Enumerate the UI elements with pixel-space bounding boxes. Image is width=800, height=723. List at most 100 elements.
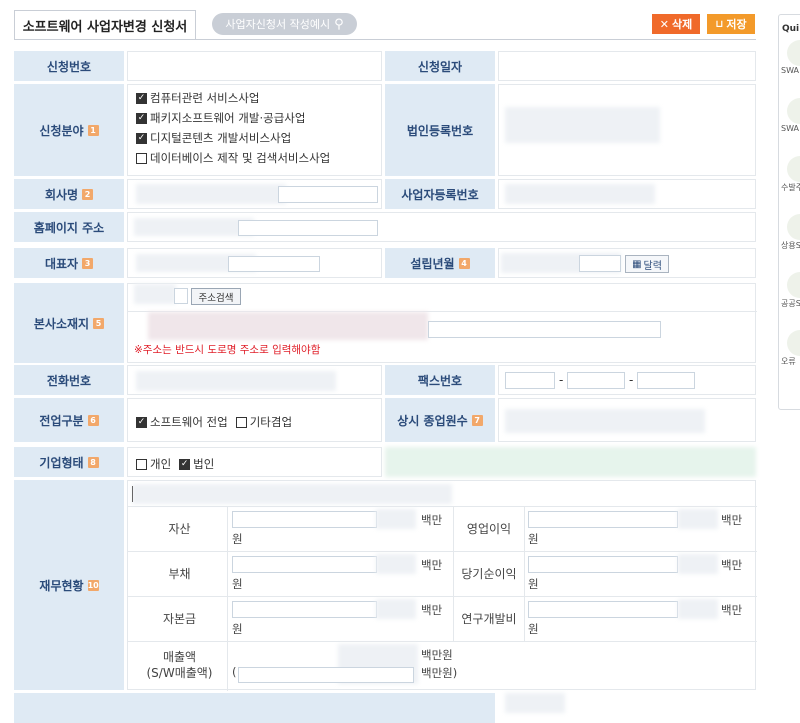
fax-input-3[interactable] [637, 372, 695, 389]
label-employees: 상시 종업원수 7 [385, 398, 495, 442]
employees-cell [498, 398, 756, 442]
phone-input[interactable] [136, 371, 336, 391]
biz-reg-input[interactable] [505, 184, 655, 204]
founded-input[interactable] [579, 255, 621, 272]
quick-menu: Qui SWA SWA 수발주 상용S 공공S 오류 [778, 14, 800, 410]
biz-type-cell: 개인 ✓ 법인 [127, 447, 382, 477]
label-specialty: 전업구분 6 [14, 398, 124, 442]
label-phone: 전화번호 [14, 365, 124, 395]
request-date-value [498, 51, 756, 81]
specialty-option-1[interactable]: ✓ 소프트웨어 전업 [136, 414, 228, 430]
checkbox-checked-icon[interactable]: ✓ [179, 458, 191, 470]
field-options: ✓ 컴퓨터관련 서비스사업 ✓ 패키지소프트웨어 개발·공급사업 ✓ 디지털콘텐츠 개발서… [127, 84, 382, 176]
field-option-2[interactable]: ✓ 패키지소프트웨어 개발·공급사업 [136, 110, 381, 126]
homepage-input[interactable] [238, 220, 378, 236]
specialty-option-2[interactable]: 기타겸업 [235, 414, 293, 430]
guide-label: 사업자신청서 작성예시 [225, 18, 331, 31]
save-button[interactable]: ⊔ 저장 [707, 14, 755, 34]
corp-reg-input[interactable] [505, 107, 660, 143]
finance-cell: 자산 백만 원 영업이익 백만 원 부채 백만 원 당기순이익 백만 원 자본금… [127, 480, 757, 691]
quick-menu-item[interactable]: SWA [779, 98, 800, 156]
checkbox-label: 개인 [150, 457, 172, 471]
biz-reg-cell [498, 179, 756, 209]
tab-software-change-request[interactable]: 소프트웨어 사업자변경 신청서 [14, 10, 196, 40]
sales-paren: ( [232, 665, 237, 679]
checkbox-unchecked-icon[interactable] [136, 152, 147, 164]
badge-finance: 10 [87, 579, 99, 591]
checkbox-checked-icon[interactable]: ✓ [136, 132, 147, 144]
checkbox-checked-icon[interactable]: ✓ [136, 416, 147, 428]
employees-input[interactable] [505, 409, 705, 433]
badge-employees: 7 [471, 414, 483, 426]
ceo-input[interactable] [228, 256, 320, 272]
close-icon: ✕ [659, 17, 669, 31]
label-request-no: 신청번호 [14, 51, 124, 81]
calendar-button[interactable]: ▦ 달력 [625, 255, 669, 273]
quick-menu-item[interactable]: 상용S [779, 214, 800, 272]
finance-label: 자산 [168, 522, 191, 536]
guide-example-button[interactable]: 사업자신청서 작성예시 ⚲ [212, 13, 357, 35]
company-cell [127, 179, 382, 209]
label-company: 회사명 2 [14, 179, 124, 209]
finance-input-right[interactable] [528, 556, 678, 573]
checkbox-unchecked-icon[interactable] [235, 416, 247, 428]
fax-input-2[interactable] [567, 372, 625, 389]
checkbox-unchecked-icon[interactable] [136, 458, 147, 470]
finance-input-left[interactable] [232, 601, 377, 618]
request-no-value [127, 51, 382, 81]
field-option-4[interactable]: 데이터베이스 제작 및 검색서비스사업 [136, 150, 381, 166]
label-address: 본사소재지 5 [14, 283, 124, 363]
finance-input-left[interactable] [232, 511, 377, 528]
badge-biz-type: 8 [87, 456, 99, 468]
checkbox-checked-icon[interactable]: ✓ [136, 112, 147, 124]
biz-type-option-2[interactable]: ✓ 법인 [179, 456, 214, 472]
quick-menu-item[interactable]: 오류 [779, 330, 800, 388]
finance-input-left[interactable] [232, 556, 377, 573]
quick-menu-item[interactable]: SWA [779, 40, 800, 98]
finance-label: 당기순이익 [461, 567, 517, 581]
postcode-input[interactable] [174, 288, 188, 304]
label-biz-type: 기업형태 8 [14, 447, 124, 477]
checkbox-checked-icon[interactable]: ✓ [136, 92, 147, 104]
checkbox-label: 컴퓨터관련 서비스사업 [150, 91, 260, 105]
founded-cell: ▦ 달력 [498, 248, 756, 278]
biz-type-option-1[interactable]: 개인 [136, 456, 171, 472]
finance-label: 부채 [168, 567, 191, 581]
address-search-button[interactable]: 주소검색 [191, 288, 241, 305]
company-input[interactable] [278, 186, 378, 203]
label-corp-reg: 법인등록번호 [385, 84, 495, 176]
finance-input-right[interactable] [528, 601, 678, 618]
checkbox-label: 소프트웨어 전업 [150, 415, 228, 429]
address-notice: ※주소는 반드시 도로명 주소로 입력해야함 [134, 344, 321, 356]
label-fax: 팩스번호 [385, 365, 495, 395]
quick-menu-item[interactable]: 공공S [779, 272, 800, 330]
finance-label: 자본금 [162, 612, 197, 626]
quick-menu-title: Qui [782, 24, 800, 34]
badge-address: 5 [93, 317, 105, 329]
fax-input-1[interactable] [505, 372, 555, 389]
address-cell: 주소검색 ※주소는 반드시 도로명 주소로 입력해야함 [127, 283, 757, 363]
bottom-row-label [14, 693, 495, 723]
finance-input-right[interactable] [528, 511, 678, 528]
checkbox-label: 디지털콘텐츠 개발서비스사업 [150, 131, 292, 145]
quick-item-icon [787, 98, 800, 124]
field-option-1[interactable]: ✓ 컴퓨터관련 서비스사업 [136, 90, 381, 106]
checkbox-label: 기타겸업 [249, 415, 293, 429]
tab-title: 소프트웨어 사업자변경 신청서 [22, 20, 188, 35]
ceo-cell [127, 248, 382, 278]
quick-item-icon [787, 330, 800, 356]
sw-sales-input[interactable] [238, 667, 414, 683]
label-finance: 재무현황 10 [14, 480, 124, 690]
delete-button[interactable]: ✕ 삭제 [652, 14, 700, 34]
phone-cell [127, 365, 382, 395]
checkbox-label: 패키지소프트웨어 개발·공급사업 [150, 111, 306, 125]
address-detail-input[interactable] [428, 321, 661, 338]
label-field: 신청분야 1 [14, 84, 124, 176]
finance-label: 영업이익 [466, 522, 512, 536]
label-founded: 설립년월 4 [385, 248, 495, 278]
checkbox-label: 데이터베이스 제작 및 검색서비스사업 [150, 151, 331, 165]
field-option-3[interactable]: ✓ 디지털콘텐츠 개발서비스사업 [136, 130, 381, 146]
quick-menu-item[interactable]: 수발주 [779, 156, 800, 214]
quick-item-icon [787, 156, 800, 182]
label-homepage: 홈페이지 주소 [14, 212, 124, 242]
